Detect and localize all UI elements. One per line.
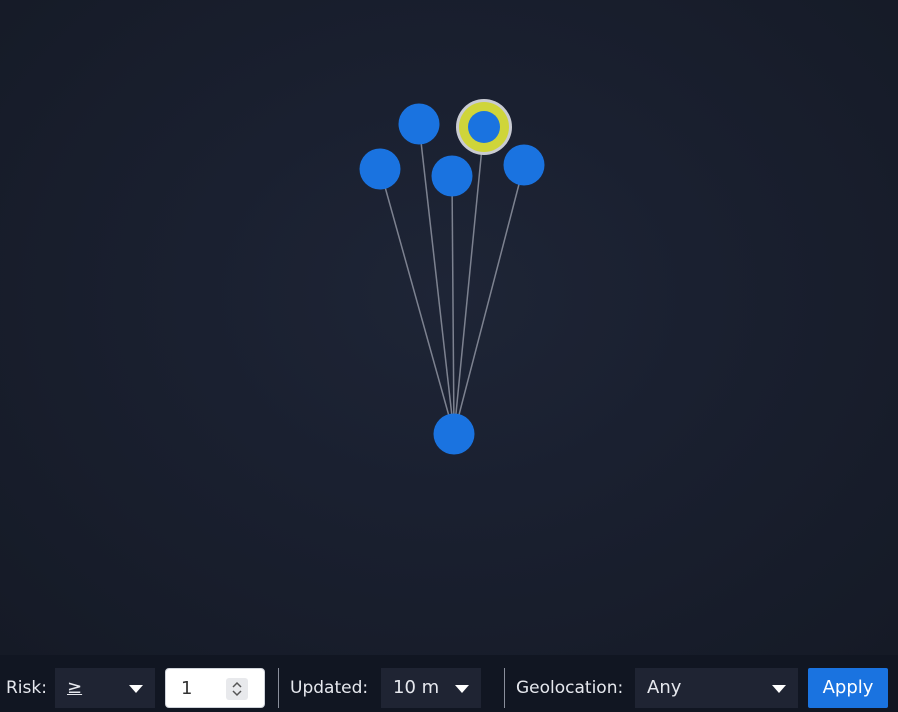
graph-node-child-5[interactable] (503, 144, 545, 186)
geolocation-select[interactable]: Any (635, 668, 798, 708)
graph-canvas[interactable] (0, 0, 898, 655)
updated-value: 10 m (393, 677, 440, 698)
updated-select[interactable]: 10 m (381, 668, 481, 708)
chevron-down-icon (772, 685, 786, 693)
toolbar-divider (504, 668, 505, 708)
graph-node-child-3[interactable] (431, 155, 473, 197)
geolocation-value: Any (647, 677, 682, 698)
risk-value: 1 (181, 678, 193, 699)
risk-value-input[interactable]: 1 (165, 668, 265, 708)
apply-button[interactable]: Apply (808, 668, 888, 708)
toolbar-divider (278, 668, 279, 708)
risk-operator-value: ≥ (67, 677, 83, 698)
number-stepper[interactable] (226, 678, 248, 700)
graph-node-root[interactable] (433, 413, 475, 455)
risk-label: Risk: (6, 678, 47, 698)
graph-node-circle[interactable] (468, 111, 500, 143)
graph-node-circle[interactable] (359, 148, 401, 190)
chevron-down-icon (455, 685, 469, 693)
graph-node-circle[interactable] (431, 155, 473, 197)
graph-edge (379, 168, 455, 435)
risk-operator-select[interactable]: ≥ (55, 668, 155, 708)
updated-label: Updated: (290, 678, 369, 698)
graph-node-circle[interactable] (503, 144, 545, 186)
graph-node-circle[interactable] (398, 103, 440, 145)
graph-svg (359, 99, 545, 455)
graph-node-child-1[interactable] (359, 148, 401, 190)
stepper-arrows-icon (232, 681, 242, 697)
chevron-down-icon (129, 685, 143, 693)
graph-edge (453, 164, 525, 435)
graph-node-child-4[interactable] (456, 99, 512, 155)
graph-node-circle[interactable] (433, 413, 475, 455)
graph-node-child-2[interactable] (398, 103, 440, 145)
graph-edge (451, 175, 455, 435)
geolocation-label: Geolocation: (516, 678, 624, 698)
